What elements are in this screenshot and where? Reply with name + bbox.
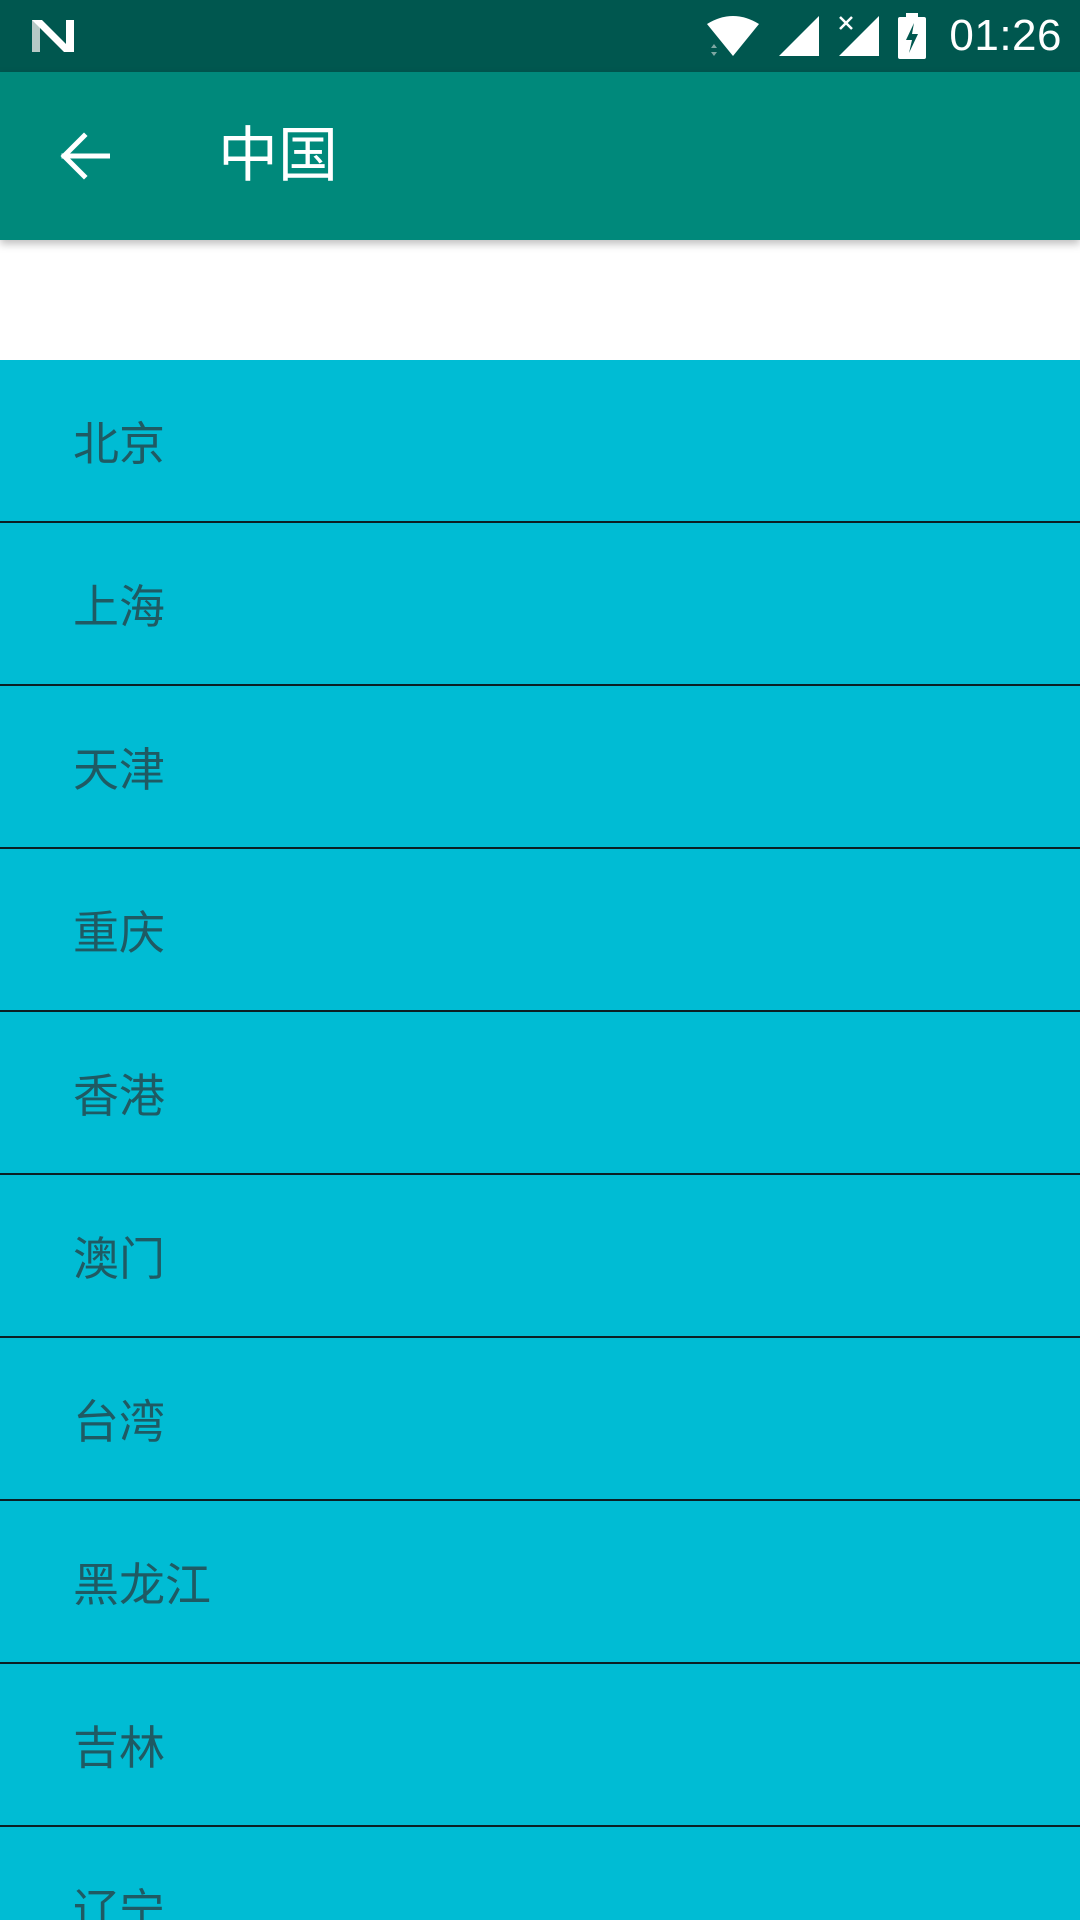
list-item[interactable]: 台湾 xyxy=(0,1338,1080,1501)
wifi-icon xyxy=(707,16,760,56)
list-header-spacer xyxy=(0,240,1080,360)
list-item-label: 澳门 xyxy=(73,1231,165,1286)
list-item[interactable]: 吉林 xyxy=(0,1664,1080,1827)
list-item[interactable]: 北京 xyxy=(0,360,1080,523)
cell-signal-no-service-icon xyxy=(839,16,880,56)
list-item-label: 台湾 xyxy=(73,1394,165,1449)
list-item[interactable]: 澳门 xyxy=(0,1175,1080,1338)
list-item-label: 上海 xyxy=(73,579,165,634)
battery-charging-icon xyxy=(898,13,927,59)
page-title: 中国 xyxy=(218,121,338,191)
status-bar: 01:26 xyxy=(0,0,1080,72)
status-time: 01:26 xyxy=(949,11,1062,60)
list-item-label: 黑龙江 xyxy=(73,1557,211,1612)
list-item-label: 重庆 xyxy=(73,905,165,960)
status-icons: 01:26 xyxy=(705,0,1062,72)
arrow-back-icon xyxy=(60,132,110,180)
list-item[interactable]: 上海 xyxy=(0,523,1080,686)
list-item[interactable]: 黑龙江 xyxy=(0,1501,1080,1664)
list-item-label: 吉林 xyxy=(73,1720,165,1775)
province-list[interactable]: 北京 上海 天津 重庆 香港 澳门 台湾 黑龙江 吉林 辽宁 xyxy=(0,360,1080,1920)
list-item-label: 辽宁 xyxy=(73,1883,165,1920)
list-item[interactable]: 重庆 xyxy=(0,849,1080,1012)
app-bar: 中国 xyxy=(0,72,1080,240)
back-button[interactable] xyxy=(42,114,126,198)
list-item-label: 天津 xyxy=(73,742,165,797)
list-item-label: 香港 xyxy=(73,1068,165,1123)
n-logo-icon xyxy=(32,20,74,52)
list-item-label: 北京 xyxy=(73,416,165,471)
list-item[interactable]: 天津 xyxy=(0,686,1080,849)
list-item[interactable]: 辽宁 xyxy=(0,1827,1080,1920)
list-item[interactable]: 香港 xyxy=(0,1012,1080,1175)
cell-signal-icon xyxy=(779,16,820,56)
